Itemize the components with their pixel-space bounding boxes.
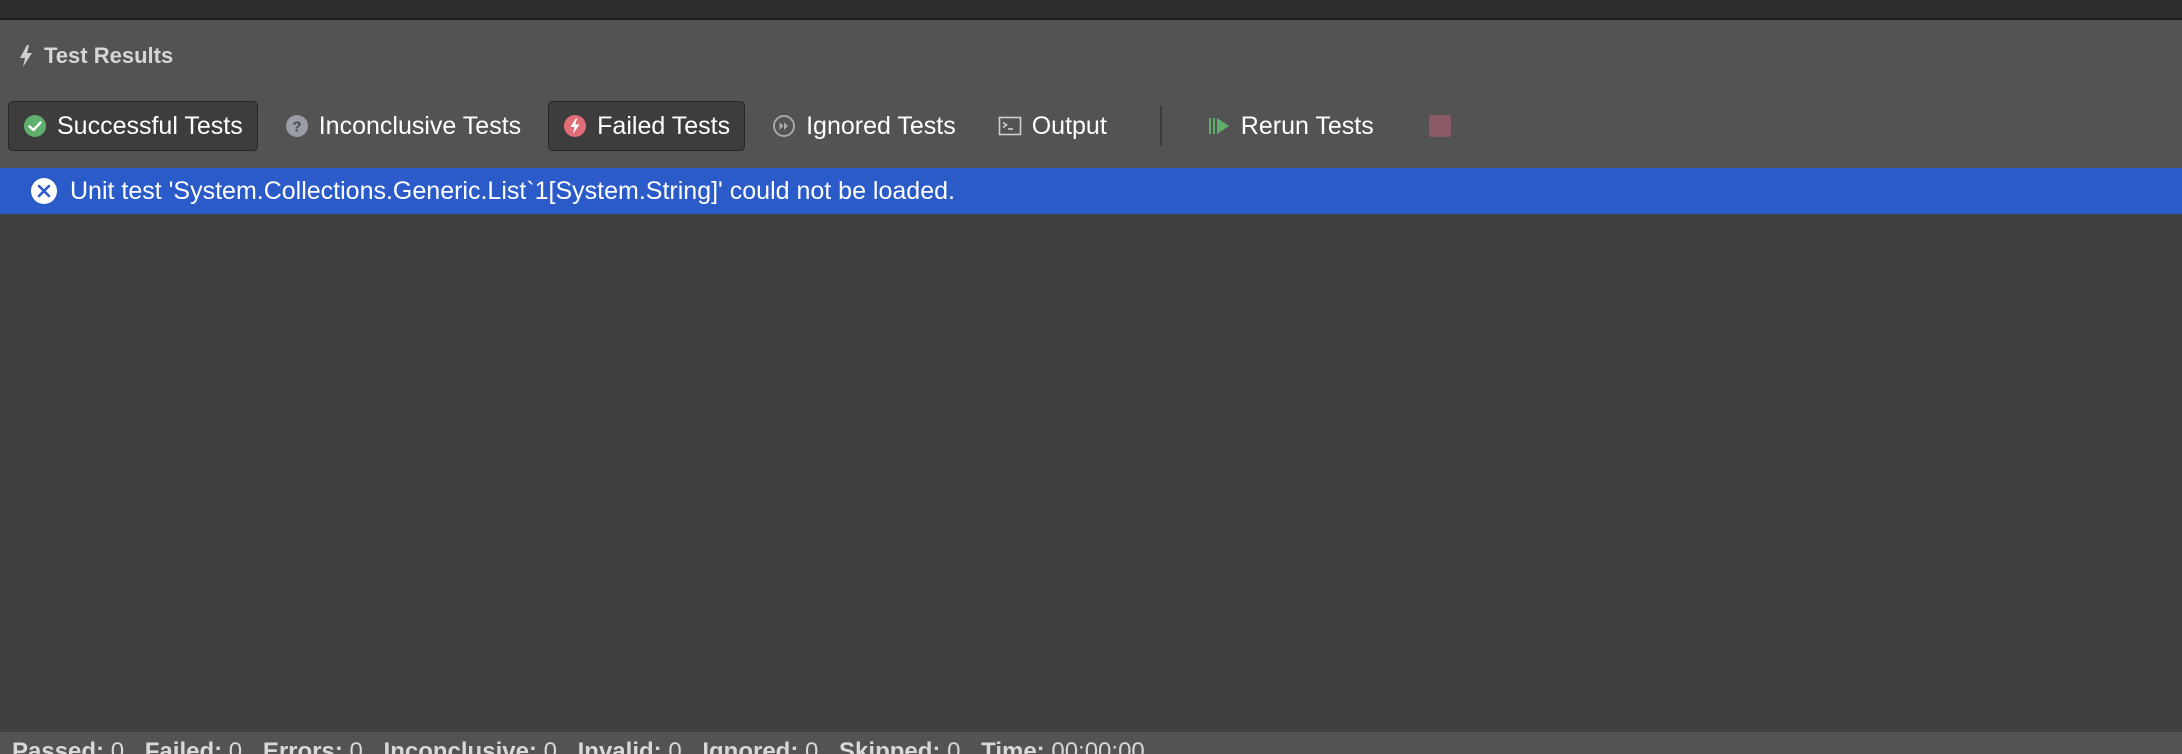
successful-tests-label: Successful Tests [57,111,243,140]
test-summary-bar: Passed: 0 Failed: 0 Errors: 0 Inconclusi… [0,732,2182,754]
svg-text:?: ? [292,119,301,136]
successful-tests-toggle[interactable]: Successful Tests [8,101,258,151]
ignored-tests-label: Ignored Tests [806,111,956,140]
rerun-tests-button[interactable]: Rerun Tests [1192,101,1389,151]
ignored-label: Ignored: [702,738,799,754]
skipped-value: 0 [947,738,961,754]
failed-tests-label: Failed Tests [597,111,731,140]
errors-value: 0 [349,738,363,754]
passed-value: 0 [110,738,125,754]
errors-label: Errors: [262,738,343,754]
skipped-stat: Skipped: 0 [839,738,960,754]
inconclusive-tests-label: Inconclusive Tests [318,111,522,140]
test-results-toolbar: Successful Tests ? Inconclusive Tests Fa… [8,100,1451,152]
invalid-value: 0 [668,738,682,754]
failed-tests-toggle[interactable]: Failed Tests [548,101,746,151]
passed-label: Passed: [12,738,105,754]
toolbar-separator [1159,106,1162,146]
test-summary: Passed: 0 Failed: 0 Errors: 0 Inconclusi… [12,738,1159,754]
output-toggle[interactable]: Output [983,101,1122,151]
rerun-tests-label: Rerun Tests [1240,111,1374,140]
ignored-value: 0 [805,738,819,754]
error-x-icon [31,178,57,204]
stop-icon[interactable] [1428,115,1451,137]
ignored-tests-toggle[interactable]: Ignored Tests [757,101,971,151]
ignored-stat: Ignored: 0 [702,738,818,754]
invalid-stat: Invalid: 0 [578,738,682,754]
time-value: 00:00:00 [1051,738,1145,754]
output-label: Output [1031,111,1107,140]
rerun-icon [1208,118,1229,134]
lightning-circle-icon [564,115,587,137]
skipped-label: Skipped: [839,738,941,754]
pad-title: Test Results [18,40,173,72]
pad-title-label: Test Results [44,43,174,68]
inconclusive-stat: Inconclusive: 0 [384,738,557,754]
test-result-message: Unit test 'System.Collections.Generic.Li… [70,176,955,205]
inconclusive-tests-toggle[interactable]: ? Inconclusive Tests [270,101,536,151]
inconclusive-value: 0 [543,738,557,754]
failed-stat: Failed: 0 [145,738,242,754]
question-circle-icon: ? [285,115,308,137]
test-result-row[interactable]: Unit test 'System.Collections.Generic.Li… [0,168,2182,214]
inconclusive-label: Inconclusive: [383,738,537,754]
window-top-bar [0,0,2182,20]
lightning-icon [20,45,32,67]
invalid-label: Invalid: [577,738,662,754]
time-label: Time: [981,738,1045,754]
failed-label: Failed: [144,738,223,754]
time-stat: Time: 00:00:00 [981,738,1145,754]
errors-stat: Errors: 0 [263,738,363,754]
passed-stat: Passed: 0 [12,738,124,754]
skip-circle-icon [773,115,796,137]
failed-value: 0 [228,738,243,754]
terminal-icon [998,116,1022,136]
test-results-list[interactable] [0,214,2182,732]
check-circle-icon [24,115,46,137]
